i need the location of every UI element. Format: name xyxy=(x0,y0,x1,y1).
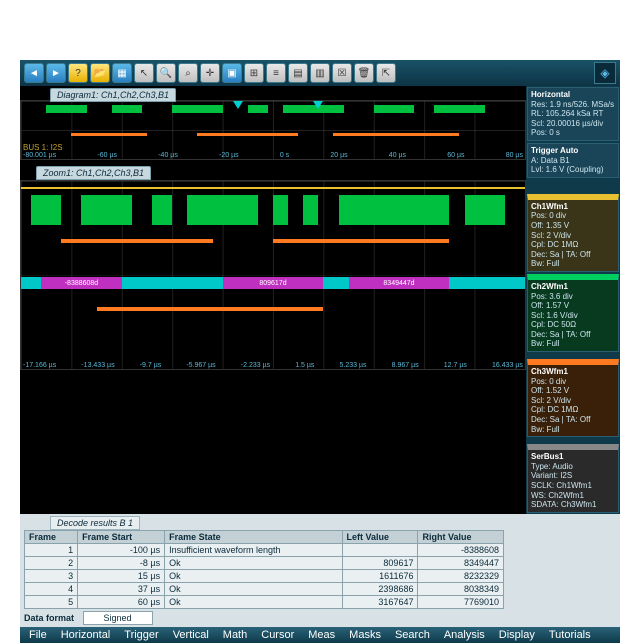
data-format-value[interactable]: Signed xyxy=(83,611,153,625)
trigger-box[interactable]: Trigger Auto A: Data B1 Lvl: 1.6 V (Coup… xyxy=(527,143,619,178)
back-icon[interactable]: ◄ xyxy=(24,63,44,83)
help-icon[interactable]: ? xyxy=(68,63,88,83)
view1-icon[interactable]: ▣ xyxy=(222,63,242,83)
diagram1-grid[interactable]: BUS 1: I2S -80.001 µs-60 µs-40 µs-20 µs0… xyxy=(20,100,526,160)
menu-vertical[interactable]: Vertical xyxy=(168,627,214,643)
serbus-box[interactable]: SerBus1 Type: Audio Variant: I2S SCLK: C… xyxy=(527,444,619,513)
side-panel: Horizontal Res: 1.9 ns/526. MSa/s RL: 10… xyxy=(526,86,620,514)
horizontal-box[interactable]: Horizontal Res: 1.9 ns/526. MSa/s RL: 10… xyxy=(527,87,619,141)
ch3-box[interactable]: Ch3Wfm1 Pos: 0 div Off: 1.52 V Scl: 2 V/… xyxy=(527,359,619,437)
brand-logo-icon: ◈ xyxy=(594,62,616,84)
trash-icon[interactable]: 🗑 xyxy=(354,63,374,83)
forward-icon[interactable]: ► xyxy=(46,63,66,83)
tile-icon[interactable]: ⊞ xyxy=(244,63,264,83)
bus-label-top: BUS 1: I2S xyxy=(23,143,63,152)
open-icon[interactable]: 📂 xyxy=(90,63,110,83)
timescale-top: -80.001 µs-60 µs-40 µs-20 µs0 s20 µs40 µ… xyxy=(21,152,525,159)
export-icon[interactable]: ⇱ xyxy=(376,63,396,83)
grid-icon[interactable]: ▤ xyxy=(288,63,308,83)
decode-table[interactable]: Frame Frame Start Frame State Left Value… xyxy=(24,530,504,609)
layout-icon[interactable]: ▦ xyxy=(112,63,132,83)
select-icon[interactable]: ↖ xyxy=(134,63,154,83)
list-icon[interactable]: ≡ xyxy=(266,63,286,83)
menu-horizontal[interactable]: Horizontal xyxy=(56,627,116,643)
decode-panel: Decode results B 1 Frame Frame Start Fra… xyxy=(20,514,620,627)
diagram1-tab[interactable]: Diagram1: Ch1,Ch2,Ch3,B1 xyxy=(50,88,176,102)
menu-display[interactable]: Display xyxy=(494,627,540,643)
zoom1-grid[interactable]: BUS 1: I2S -8388608d 809617d 8349447d -1… xyxy=(20,180,526,370)
decode-tab[interactable]: Decode results B 1 xyxy=(50,516,140,530)
zoom-icon[interactable]: 🔍 xyxy=(156,63,176,83)
menu-cursor[interactable]: Cursor xyxy=(256,627,299,643)
menu-tutorials[interactable]: Tutorials xyxy=(544,627,596,643)
data-format-label: Data format xyxy=(24,613,74,623)
menubar: File Horizontal Trigger Vertical Math Cu… xyxy=(20,627,620,643)
menu-search[interactable]: Search xyxy=(390,627,435,643)
clear-icon[interactable]: ☒ xyxy=(332,63,352,83)
cross-icon[interactable]: ✛ xyxy=(200,63,220,83)
menu-file[interactable]: File xyxy=(24,627,52,643)
menu-trigger[interactable]: Trigger xyxy=(119,627,163,643)
menu-math[interactable]: Math xyxy=(218,627,252,643)
toolbar: ◄ ► ? 📂 ▦ ↖ 🔍 ⌕ ✛ ▣ ⊞ ≡ ▤ ▥ ☒ 🗑 ⇱ ◈ xyxy=(20,60,620,86)
table-row: 1-100 µsInsufficient waveform length-838… xyxy=(25,543,504,556)
menu-meas[interactable]: Meas xyxy=(303,627,340,643)
ch1-box[interactable]: Ch1Wfm1 Pos: 0 div Off: 1.35 V Scl: 2 V/… xyxy=(527,194,619,272)
stack-icon[interactable]: ▥ xyxy=(310,63,330,83)
zoom1-tab[interactable]: Zoom1: Ch1,Ch2,Ch3,B1 xyxy=(36,166,151,180)
timescale-zoom: -17.166 µs-13.433 µs-9.7 µs-5.967 µs-2.2… xyxy=(21,362,525,369)
menu-analysis[interactable]: Analysis xyxy=(439,627,490,643)
table-row: 560 µsOk31676477769010 xyxy=(25,595,504,608)
table-row: 2-8 µsOk8096178349447 xyxy=(25,556,504,569)
table-row: 437 µsOk23986868038349 xyxy=(25,582,504,595)
table-row: 315 µsOk16116768232329 xyxy=(25,569,504,582)
waveform-area[interactable]: Diagram1: Ch1,Ch2,Ch3,B1 xyxy=(20,86,526,514)
menu-masks[interactable]: Masks xyxy=(344,627,386,643)
find-icon[interactable]: ⌕ xyxy=(178,63,198,83)
ch2-box[interactable]: Ch2Wfm1 Pos: 3.6 div Off: 1.57 V Scl: 1.… xyxy=(527,274,619,352)
